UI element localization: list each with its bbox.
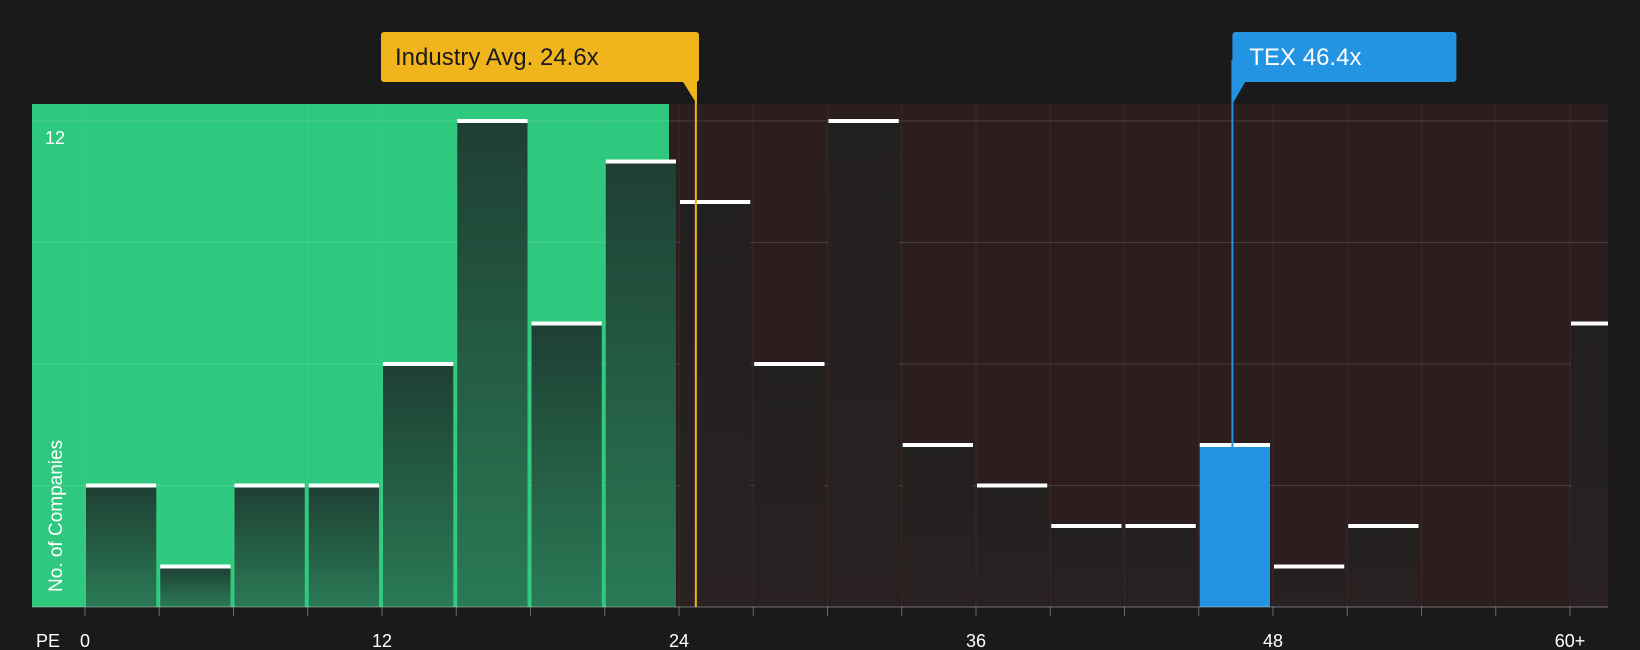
bar-bin-18 [531, 323, 602, 607]
bar-cap-45 [1199, 443, 1270, 447]
bar-cap-0 [86, 483, 157, 488]
bar-cap-48 [1274, 564, 1345, 569]
bar-cap-36 [977, 483, 1048, 488]
bar-bin-0 [86, 485, 157, 607]
x-tick-label: 12 [372, 631, 392, 650]
bar-cap-12 [383, 362, 454, 366]
x-tick-label: 48 [1263, 631, 1283, 650]
bar-cap-6 [234, 483, 305, 488]
bar-cap-18 [531, 321, 602, 326]
bar-bin-6 [234, 485, 305, 607]
industry-average-label: Industry Avg. 24.6x [395, 44, 599, 71]
bar-bin-48 [1274, 566, 1345, 607]
bar-cap-27 [754, 362, 825, 366]
company-pe-label: TEX 46.4x [1249, 44, 1361, 71]
bar-cap-51 [1348, 524, 1419, 528]
bar-bin-60 [1571, 323, 1608, 607]
x-tick-label: 24 [669, 631, 689, 650]
bar-bin-51 [1348, 526, 1419, 607]
bar-cap-39 [1051, 524, 1122, 528]
bar-bin-45 [1199, 445, 1270, 607]
bar-bin-33 [902, 445, 973, 607]
bar-cap-42 [1125, 524, 1196, 528]
bar-bin-24 [680, 202, 751, 607]
x-tick-label: 36 [966, 631, 986, 650]
y-tick-label: 12 [45, 128, 65, 148]
bar-bin-27 [754, 364, 825, 607]
bar-cap-15 [457, 119, 528, 123]
x-axis-label: PE [36, 631, 60, 650]
bar-cap-30 [828, 119, 899, 123]
bar-bin-39 [1051, 526, 1122, 607]
bar-bin-21 [605, 161, 676, 607]
bar-bin-36 [977, 485, 1048, 607]
bar-cap-21 [605, 159, 676, 164]
bar-cap-60 [1571, 321, 1608, 326]
bar-bin-9 [308, 485, 379, 607]
x-tick-label: 60+ [1555, 631, 1586, 650]
y-axis-label: No. of Companies [46, 440, 67, 592]
x-tick-label: 0 [80, 631, 90, 650]
bar-cap-3 [160, 564, 231, 569]
pe-distribution-chart: 0 12 24 36 48 60+ 12 No. of Companies PE Indu… [0, 0, 1640, 650]
bar-cap-24 [680, 200, 751, 204]
bar-bin-12 [383, 364, 454, 607]
bar-bin-30 [828, 121, 899, 607]
bar-bin-42 [1125, 526, 1196, 607]
bar-bin-15 [457, 121, 528, 607]
bar-cap-9 [308, 483, 379, 488]
bar-bin-3 [160, 566, 231, 607]
bar-cap-33 [902, 443, 973, 447]
